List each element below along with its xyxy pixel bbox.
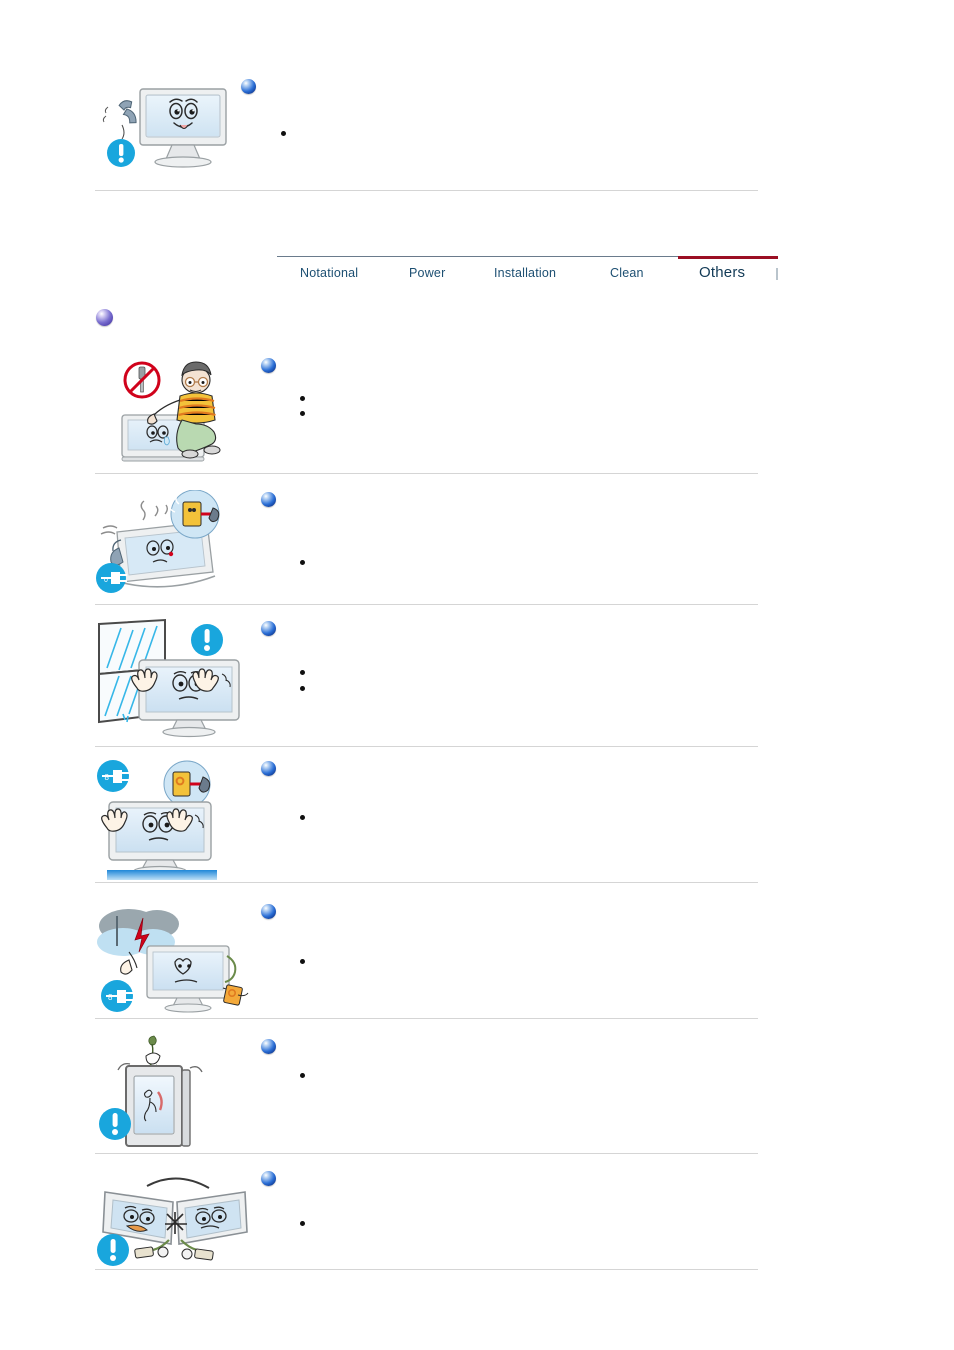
section-divider <box>95 882 758 883</box>
list-bullet-dot <box>300 686 305 691</box>
illustration-monitor-unplug-outlet-hands: 8 <box>95 758 240 880</box>
manual-page: Notational Power Installation Clean Othe… <box>0 0 954 1350</box>
blue-bullet-sphere <box>261 358 276 373</box>
illustration-monitor-falling-broken-warning <box>95 1168 255 1273</box>
tab-notational[interactable]: Notational <box>300 266 358 280</box>
illustration-window-rain-monitor-warning <box>95 618 245 738</box>
section-divider <box>95 1018 758 1019</box>
section-divider <box>95 190 758 191</box>
purple-bullet-sphere <box>96 309 113 326</box>
section-divider <box>95 604 758 605</box>
list-bullet-dot <box>300 670 305 675</box>
list-bullet-dot <box>300 959 305 964</box>
blue-bullet-sphere <box>261 1171 276 1186</box>
illustration-monitor-upright-tilting-warning <box>98 1032 218 1147</box>
blue-bullet-sphere <box>241 79 256 94</box>
blue-bullet-sphere <box>261 761 276 776</box>
safety-tab-bar: Notational Power Installation Clean Othe… <box>277 256 778 296</box>
section-divider <box>95 1269 758 1270</box>
list-bullet-dot <box>300 396 305 401</box>
list-bullet-dot <box>300 1221 305 1226</box>
section-divider <box>95 746 758 747</box>
svg-text:0: 0 <box>104 577 108 584</box>
blue-bullet-sphere <box>261 904 276 919</box>
illustration-thunderstorm-cloud-monitor-unplug: 8 <box>95 900 265 1015</box>
tab-cut-off-marker <box>776 268 778 280</box>
tab-others[interactable]: Others <box>699 264 745 281</box>
tab-active-underline <box>678 256 778 259</box>
blue-bullet-sphere <box>261 492 276 507</box>
svg-text:8: 8 <box>108 993 113 1002</box>
list-bullet-dot <box>300 560 305 565</box>
blue-bullet-sphere <box>261 621 276 636</box>
section-divider <box>95 473 758 474</box>
section-divider <box>95 1153 758 1154</box>
svg-text:8: 8 <box>105 773 110 782</box>
list-bullet-dot <box>281 131 286 136</box>
illustration-monitor-smoke-unplug-outlet: 0 <box>95 490 230 595</box>
list-bullet-dot <box>300 815 305 820</box>
tab-power[interactable]: Power <box>409 266 445 280</box>
tab-installation[interactable]: Installation <box>494 266 556 280</box>
list-bullet-dot <box>300 411 305 416</box>
blue-bullet-sphere <box>261 1039 276 1054</box>
tab-clean[interactable]: Clean <box>610 266 644 280</box>
list-bullet-dot <box>300 1073 305 1078</box>
illustration-monitor-happy-face-with-telephone-and-warning <box>100 85 240 175</box>
illustration-no-screwdriver-technician-monitor <box>120 358 235 463</box>
